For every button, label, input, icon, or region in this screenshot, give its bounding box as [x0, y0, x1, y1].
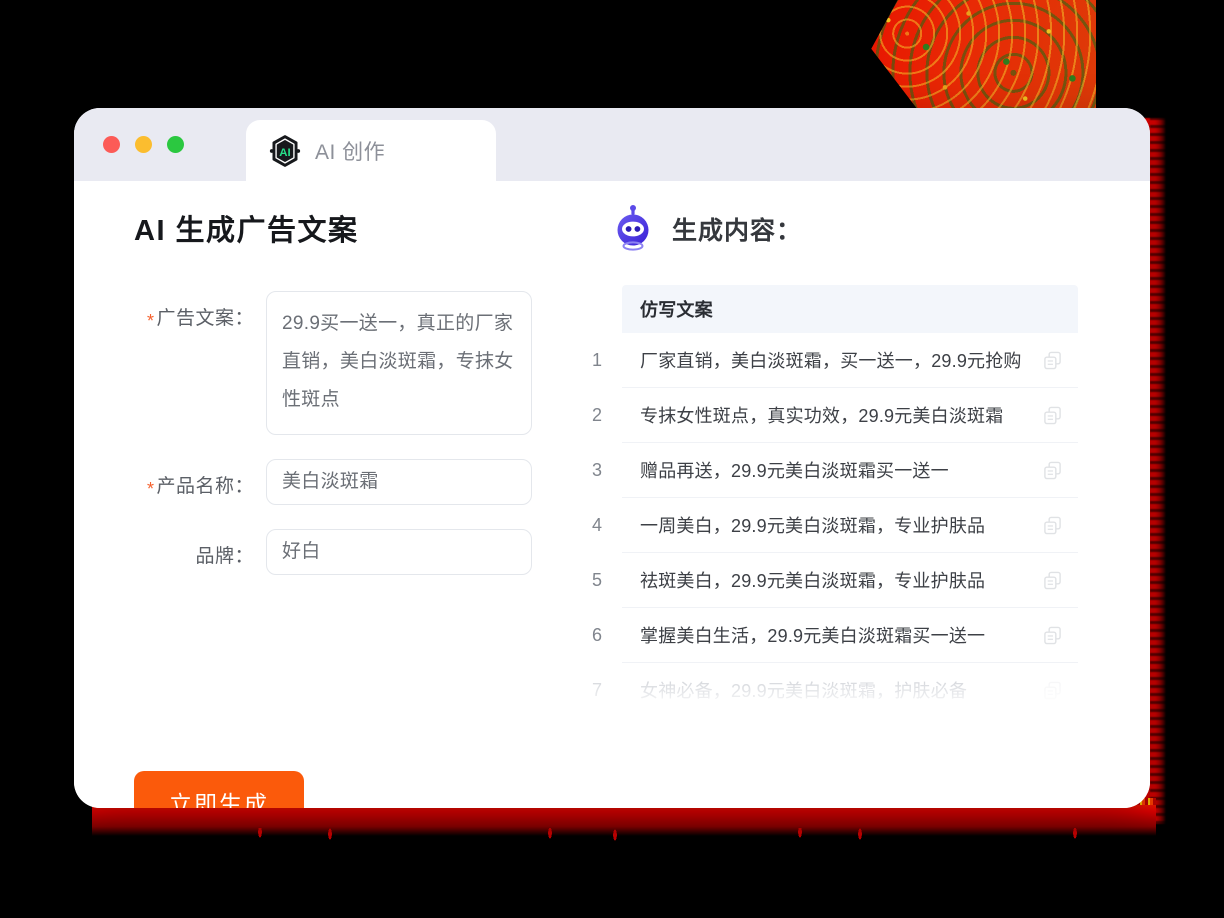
robot-icon: [617, 205, 649, 251]
copy-icon[interactable]: [1043, 406, 1062, 425]
maximize-button[interactable]: [167, 136, 184, 153]
minimize-button[interactable]: [135, 136, 152, 153]
field-product-name: * 产品名称： 美白淡斑霜: [134, 459, 574, 505]
row-content: 一周美白，29.9元美白淡斑霜，专业护肤品: [622, 498, 1078, 553]
copy-icon[interactable]: [1043, 516, 1062, 535]
table-row[interactable]: 1 厂家直销，美白淡斑霜，买一送一，29.9元抢购: [592, 333, 1078, 388]
row-text: 赠品再送，29.9元美白淡斑霜买一送一: [640, 461, 949, 481]
generated-copy-table: 仿写文案 1 厂家直销，美白淡斑霜，买一送一，29.9元抢购 2 专抹女性斑点，…: [576, 285, 1078, 718]
decorative-red-drips: [250, 828, 1150, 850]
decorative-triangle: [860, 0, 1096, 112]
page-root: AI AI 创作 AI 生成广告文案 * 广告文案： 29.9买一送一，真正的厂家…: [0, 0, 1224, 918]
row-content: 专抹女性斑点，真实功效，29.9元美白淡斑霜: [622, 388, 1078, 443]
close-button[interactable]: [103, 136, 120, 153]
row-text: 祛斑美白，29.9元美白淡斑霜，专业护肤品: [640, 571, 986, 591]
copy-icon[interactable]: [1043, 626, 1062, 645]
field-product-name-label-text: 产品名称：: [156, 476, 254, 497]
copy-icon[interactable]: [1043, 571, 1062, 590]
row-number: 2: [591, 405, 602, 425]
tab-label: AI 创作: [315, 140, 386, 164]
window-body: AI 生成广告文案 * 广告文案： 29.9买一送一，真正的厂家直销，美白淡斑霜，…: [74, 181, 1150, 808]
row-number: 3: [591, 460, 602, 480]
required-asterisk-icon: *: [146, 311, 155, 331]
field-ad-copy-label: * 广告文案：: [134, 291, 266, 331]
row-text: 专抹女性斑点，真实功效，29.9元美白淡斑霜: [640, 406, 1004, 426]
table-header-row: 仿写文案: [622, 285, 1078, 333]
row-text: 掌握美白生活，29.9元美白淡斑霜买一送一: [640, 626, 986, 646]
svg-text:AI: AI: [279, 147, 290, 159]
row-content: 厂家直销，美白淡斑霜，买一送一，29.9元抢购: [622, 333, 1078, 388]
table-row[interactable]: 4 一周美白，29.9元美白淡斑霜，专业护肤品: [592, 498, 1078, 553]
table-row[interactable]: 2 专抹女性斑点，真实功效，29.9元美白淡斑霜: [592, 388, 1078, 443]
page-title: AI 生成广告文案: [134, 215, 359, 247]
field-ad-copy: * 广告文案： 29.9买一送一，真正的厂家直销，美白淡斑霜，专抹女性斑点: [134, 291, 574, 435]
table-column-header: 仿写文案: [622, 285, 1078, 333]
row-text: 女神必备，29.9元美白淡斑霜，护肤必备: [640, 681, 968, 701]
table-row[interactable]: 6 掌握美白生活，29.9元美白淡斑霜买一送一: [592, 608, 1078, 663]
table-row[interactable]: 3 赠品再送，29.9元美白淡斑霜买一送一: [592, 443, 1078, 498]
row-text: 厂家直销，美白淡斑霜，买一送一，29.9元抢购: [640, 351, 1022, 371]
copy-icon[interactable]: [1043, 351, 1062, 370]
generate-button[interactable]: 立即生成: [134, 771, 304, 808]
form-panel: AI 生成广告文案 * 广告文案： 29.9买一送一，真正的厂家直销，美白淡斑霜，…: [74, 181, 574, 808]
row-number: 7: [591, 680, 602, 700]
window-titlebar: AI AI 创作: [74, 108, 1150, 181]
copy-icon[interactable]: [1043, 681, 1062, 700]
window-controls: [103, 136, 184, 153]
decorative-red-texture: [860, 0, 1096, 112]
output-header: 生成内容：: [608, 205, 1110, 253]
row-text: 一周美白，29.9元美白淡斑霜，专业护肤品: [640, 516, 986, 536]
field-brand-label: 品牌：: [195, 546, 254, 567]
row-number: 6: [591, 625, 602, 645]
copy-icon[interactable]: [1043, 461, 1062, 480]
row-content: 女神必备，29.9元美白淡斑霜，护肤必备: [622, 663, 1078, 718]
field-brand: 品牌： 好白: [134, 529, 574, 575]
ad-copy-textarea[interactable]: 29.9买一送一，真正的厂家直销，美白淡斑霜，专抹女性斑点: [266, 291, 532, 435]
row-number: 1: [591, 350, 602, 370]
required-asterisk-icon: *: [146, 479, 155, 499]
field-ad-copy-label-text: 广告文案：: [156, 308, 254, 329]
row-content: 赠品再送，29.9元美白淡斑霜买一送一: [622, 443, 1078, 498]
app-window: AI AI 创作 AI 生成广告文案 * 广告文案： 29.9买一送一，真正的厂家…: [74, 108, 1150, 808]
output-title: 生成内容：: [672, 217, 803, 245]
row-number: 5: [591, 570, 602, 590]
ai-hexagon-icon: AI: [269, 134, 301, 167]
field-product-name-label: * 产品名称：: [134, 459, 266, 499]
decorative-triangle-cutout: [860, 34, 920, 112]
table-row[interactable]: 5 祛斑美白，29.9元美白淡斑霜，专业护肤品: [592, 553, 1078, 608]
row-number: 4: [591, 515, 602, 535]
product-name-input[interactable]: 美白淡斑霜: [266, 459, 532, 505]
table-row[interactable]: 7 女神必备，29.9元美白淡斑霜，护肤必备: [592, 663, 1078, 718]
output-panel: 生成内容： 仿写文案 1 厂家直销，美白淡斑霜，买一送一，29.9元抢购 2 专…: [574, 181, 1150, 808]
row-content: 掌握美白生活，29.9元美白淡斑霜买一送一: [622, 608, 1078, 663]
brand-input[interactable]: 好白: [266, 529, 532, 575]
row-content: 祛斑美白，29.9元美白淡斑霜，专业护肤品: [622, 553, 1078, 608]
tab-ai-creation[interactable]: AI AI 创作: [246, 120, 496, 181]
